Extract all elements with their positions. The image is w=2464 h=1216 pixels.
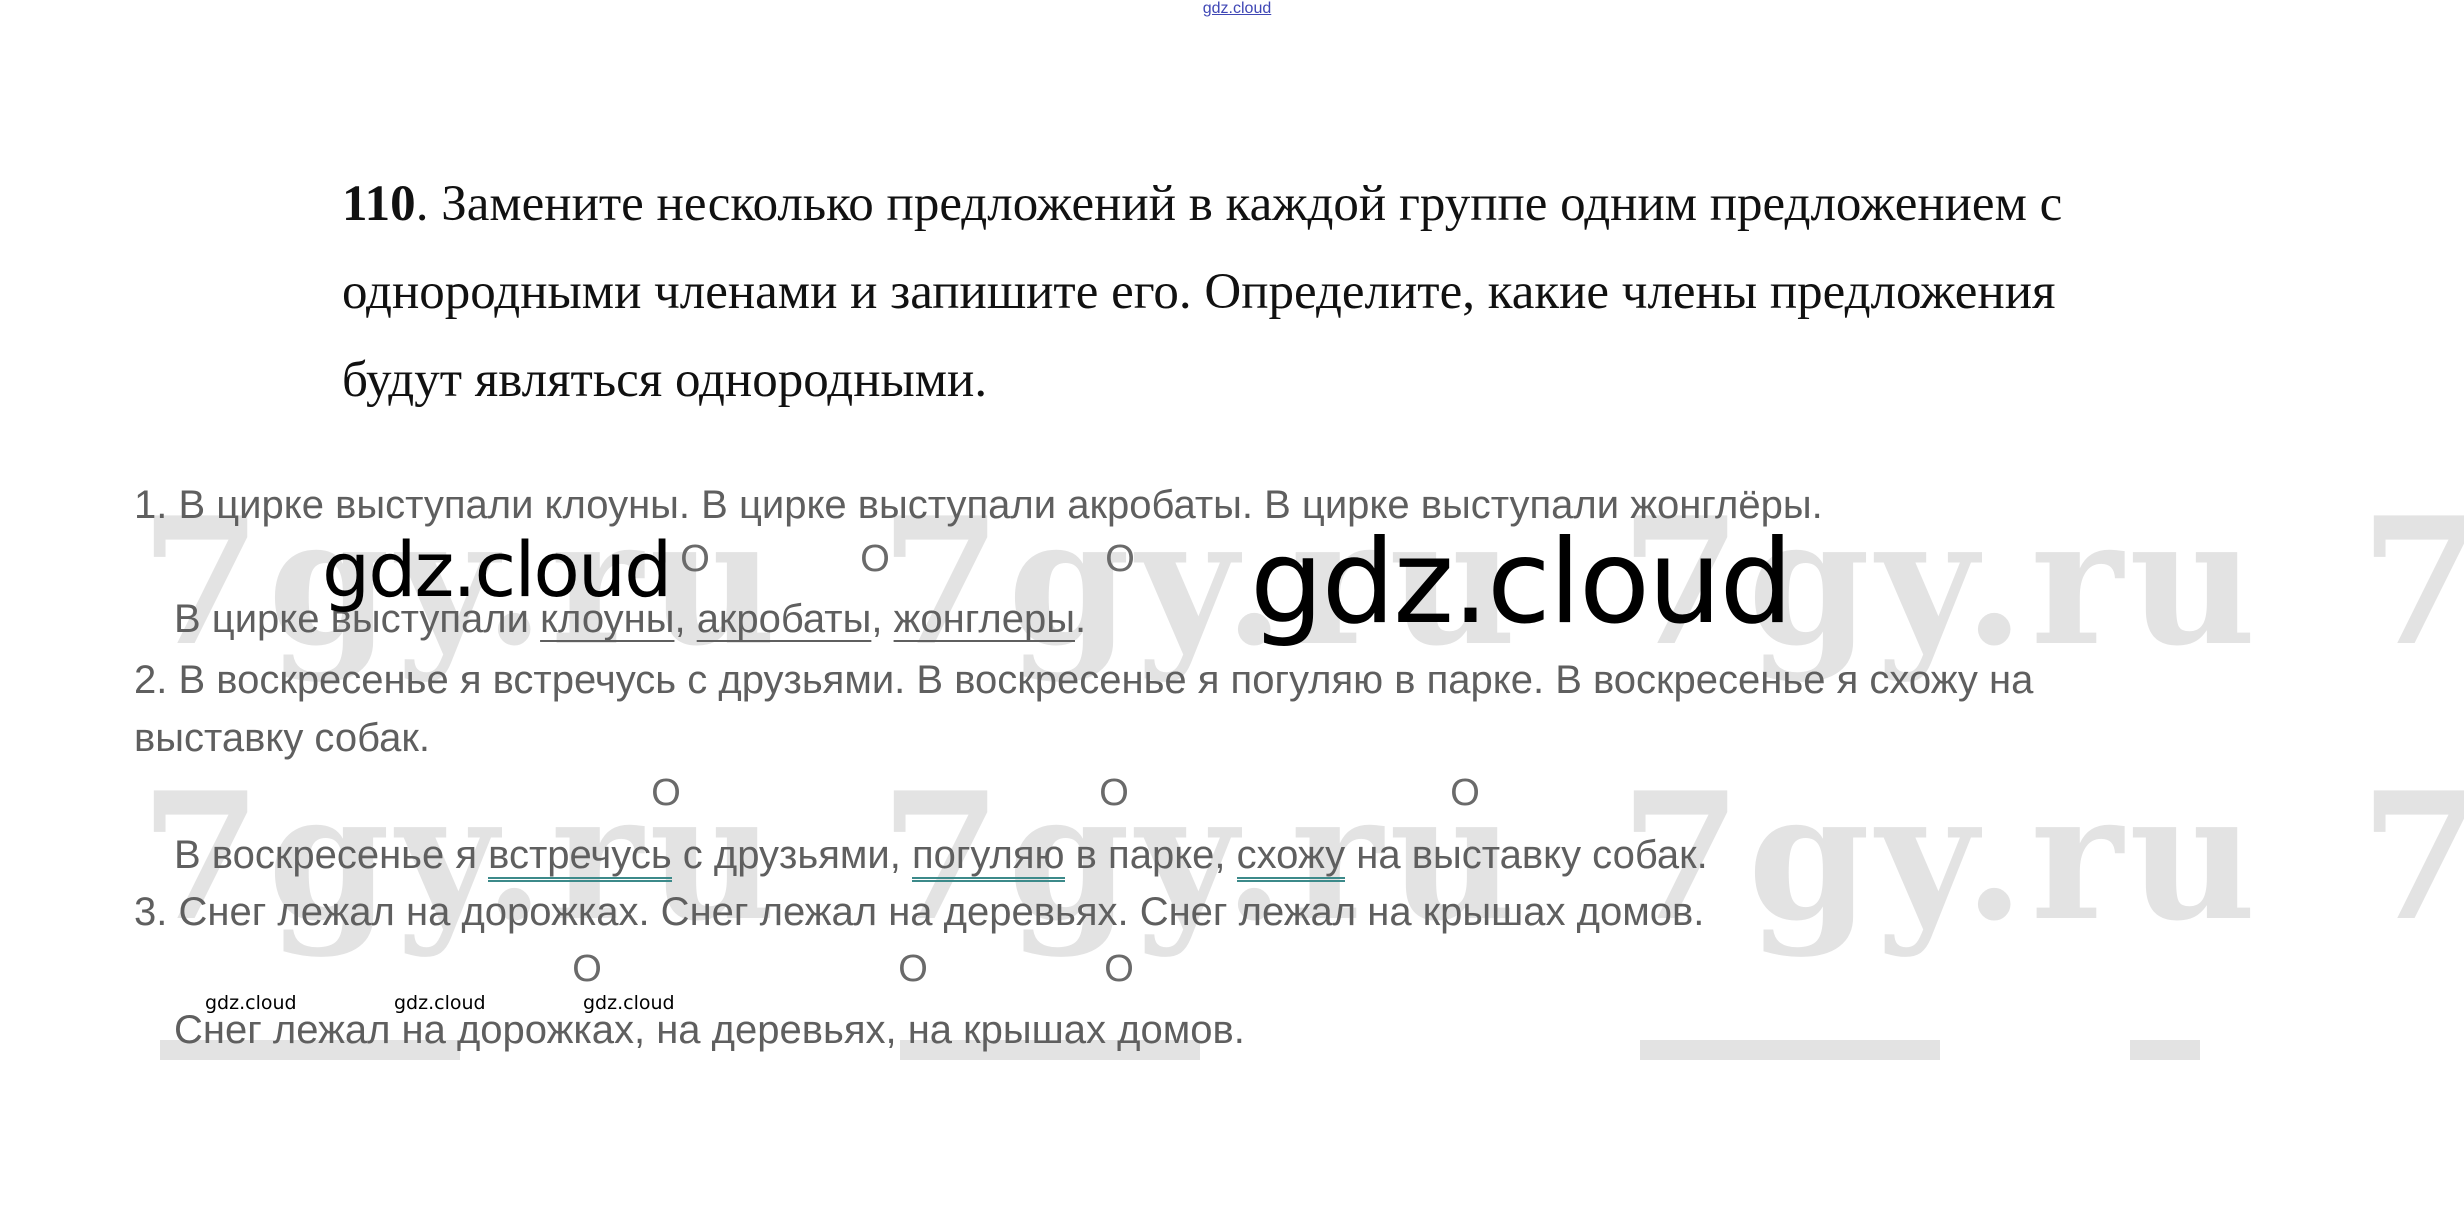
item-3-answer: Снег лежал на дорожках, на деревьях, на … bbox=[174, 1008, 1245, 1052]
gdz-logo-small: gdz.cloud bbox=[205, 992, 297, 1014]
answer-text: , bbox=[674, 597, 697, 641]
background-watermark: 7gy.ru bbox=[1620, 755, 2263, 960]
homogeneous-predicate: встречусь bbox=[488, 833, 672, 882]
answer-text: , bbox=[871, 597, 894, 641]
answer-text: в парке, bbox=[1064, 833, 1237, 877]
gdz-logo-large: gdz.cloud bbox=[322, 525, 672, 614]
answer-text: на выставку собак. bbox=[1345, 833, 1708, 877]
item-2-answer: В воскресенье я встречусь с друзьями, по… bbox=[174, 833, 1708, 882]
homogeneous-mark: О bbox=[1099, 772, 1129, 814]
watermark-bar bbox=[2130, 1040, 2200, 1060]
homogeneous-member: акробаты bbox=[696, 597, 872, 641]
homogeneous-mark: О bbox=[860, 538, 890, 580]
homogeneous-mark: О bbox=[680, 538, 710, 580]
watermark-bar bbox=[1640, 1040, 1940, 1060]
homogeneous-member: жонглеры bbox=[893, 597, 1075, 641]
gdz-logo-large: gdz.cloud bbox=[1250, 515, 1793, 650]
homogeneous-mark: О bbox=[1104, 948, 1134, 990]
gdz-logo-small: gdz.cloud bbox=[394, 992, 486, 1014]
task-statement: 110. Замените несколько предложений в ка… bbox=[342, 160, 2162, 424]
gdz-logo-small: gdz.cloud bbox=[583, 992, 675, 1014]
homogeneous-predicate: схожу bbox=[1236, 833, 1346, 882]
homogeneous-mark: О bbox=[651, 772, 681, 814]
item-2-prompt-line-2: выставку собак. bbox=[134, 716, 430, 760]
page: 7gy.ru7gy.ru7gy.ru7gy.ru 7gy.ru7gy.ru7gy… bbox=[0, 0, 2464, 1216]
homogeneous-mark: О bbox=[898, 948, 928, 990]
answer-text: В воскресенье я bbox=[174, 833, 489, 877]
homogeneous-mark: О bbox=[1450, 772, 1480, 814]
homogeneous-mark: О bbox=[572, 948, 602, 990]
task-number: 110 bbox=[342, 176, 416, 232]
homogeneous-mark: О bbox=[1105, 538, 1135, 580]
background-watermark: 7gy.ru bbox=[2360, 480, 2464, 685]
item-2-prompt-line-1: 2. В воскресенье я встречусь с друзьями.… bbox=[134, 658, 2034, 702]
top-watermark: gdz.cloud bbox=[1202, 0, 1272, 17]
answer-text: . bbox=[1074, 597, 1087, 641]
task-text: . Замените несколько предложений в каждо… bbox=[342, 176, 2063, 408]
background-watermark: 7gy.ru bbox=[2360, 755, 2464, 960]
item-3-prompt: 3. Снег лежал на дорожках. Снег лежал на… bbox=[134, 890, 1705, 934]
homogeneous-predicate: погуляю bbox=[911, 833, 1065, 882]
answer-text: с друзьями, bbox=[671, 833, 912, 877]
